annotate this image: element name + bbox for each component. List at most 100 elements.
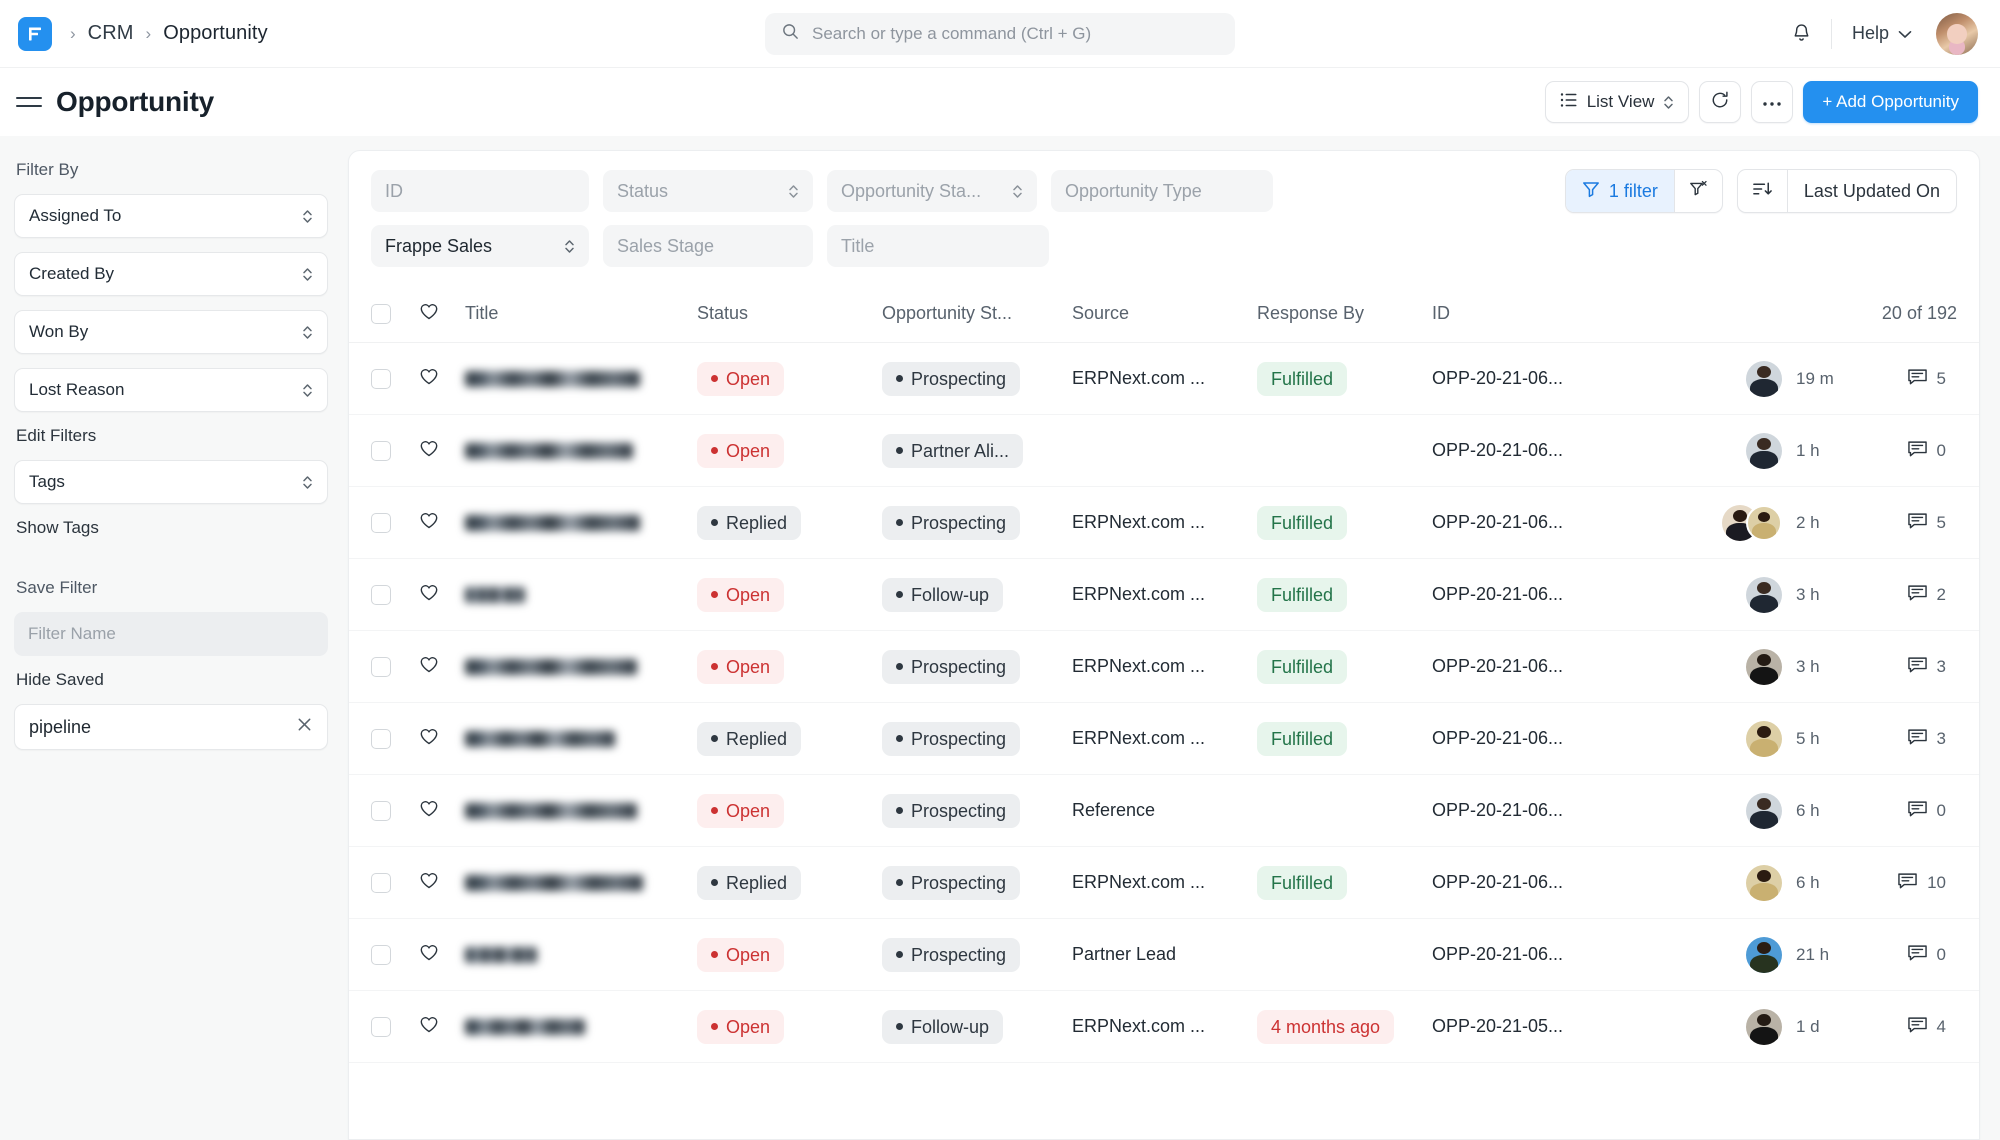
- sidebar-filter-created-by[interactable]: Created By: [14, 252, 328, 296]
- avatar[interactable]: [1746, 1008, 1782, 1045]
- show-tags-link[interactable]: Show Tags: [16, 518, 328, 538]
- filter-opportunity-type-input[interactable]: Opportunity Type: [1051, 170, 1273, 212]
- row-comments-cell[interactable]: 0: [1860, 439, 1946, 463]
- sidebar-filter-assigned-to[interactable]: Assigned To: [14, 194, 328, 238]
- sidebar-filter-won-by[interactable]: Won By: [14, 310, 328, 354]
- avatar[interactable]: [1746, 936, 1782, 973]
- heart-icon[interactable]: [419, 1015, 439, 1039]
- global-search[interactable]: Search or type a command (Ctrl + G): [765, 12, 1235, 55]
- row-checkbox[interactable]: [371, 440, 391, 461]
- saved-filter-pipeline[interactable]: pipeline: [14, 704, 328, 750]
- breadcrumb-item-crm[interactable]: CRM: [88, 22, 134, 45]
- row-checkbox[interactable]: [371, 584, 391, 605]
- row-comments-cell[interactable]: 0: [1860, 799, 1946, 823]
- row-checkbox[interactable]: [371, 800, 391, 821]
- heart-icon[interactable]: [419, 583, 439, 607]
- filter-sales-person-select[interactable]: Frappe Sales: [371, 225, 589, 267]
- hide-saved-link[interactable]: Hide Saved: [16, 670, 328, 690]
- table-row[interactable]: Open Partner Ali... OPP-20-21-06... 1 h 0: [349, 415, 1979, 487]
- table-row[interactable]: Replied Prospecting ERPNext.com ... Fulfill…: [349, 847, 1979, 919]
- column-header-response-by[interactable]: Response By: [1257, 303, 1432, 324]
- row-title-cell[interactable]: [447, 658, 697, 675]
- row-id-cell[interactable]: OPP-20-21-06...: [1432, 656, 1672, 677]
- row-comments-cell[interactable]: 10: [1860, 871, 1946, 895]
- table-row[interactable]: Replied Prospecting ERPNext.com ... Fulfill…: [349, 487, 1979, 559]
- select-all-checkbox[interactable]: [371, 303, 391, 324]
- avatar[interactable]: [1746, 720, 1782, 757]
- heart-icon[interactable]: [419, 655, 439, 679]
- row-checkbox[interactable]: [371, 656, 391, 677]
- table-row[interactable]: Open Follow-up ERPNext.com ... 4 months ago…: [349, 991, 1979, 1063]
- filter-title-input[interactable]: Title: [827, 225, 1049, 267]
- table-row[interactable]: Replied Prospecting ERPNext.com ... Fulfill…: [349, 703, 1979, 775]
- sidebar-filter-tags[interactable]: Tags: [14, 460, 328, 504]
- row-checkbox[interactable]: [371, 1016, 391, 1037]
- row-checkbox[interactable]: [371, 728, 391, 749]
- avatar[interactable]: [1746, 648, 1782, 685]
- table-row[interactable]: Open Prospecting ERPNext.com ... Fulfilled O…: [349, 631, 1979, 703]
- column-header-source[interactable]: Source: [1072, 303, 1257, 324]
- heart-icon[interactable]: [419, 871, 439, 895]
- row-id-cell[interactable]: OPP-20-21-06...: [1432, 800, 1672, 821]
- row-title-cell[interactable]: [447, 802, 697, 819]
- row-title-cell[interactable]: [447, 874, 697, 891]
- filter-name-input[interactable]: Filter Name: [14, 612, 328, 656]
- row-comments-cell[interactable]: 3: [1860, 727, 1946, 751]
- heart-icon[interactable]: [419, 799, 439, 823]
- table-row[interactable]: Open Prospecting Reference OPP-20-21-06... 6…: [349, 775, 1979, 847]
- close-icon[interactable]: [296, 716, 313, 738]
- row-title-cell[interactable]: [447, 1018, 697, 1035]
- user-avatar[interactable]: [1936, 12, 1978, 55]
- sidebar-toggle-icon[interactable]: [16, 89, 42, 115]
- table-row[interactable]: Open Follow-up ERPNext.com ... Fulfilled OPP…: [349, 559, 1979, 631]
- help-menu[interactable]: Help: [1832, 23, 1932, 44]
- edit-filters-link[interactable]: Edit Filters: [16, 426, 328, 446]
- row-checkbox[interactable]: [371, 368, 391, 389]
- row-title-cell[interactable]: [447, 730, 697, 747]
- filter-status-select[interactable]: Status: [603, 170, 813, 212]
- row-title-cell[interactable]: [447, 946, 697, 963]
- filter-opportunity-stage-select[interactable]: Opportunity Sta...: [827, 170, 1037, 212]
- refresh-button[interactable]: [1699, 81, 1742, 123]
- search-input[interactable]: Search or type a command (Ctrl + G): [812, 24, 1091, 44]
- row-checkbox[interactable]: [371, 872, 391, 893]
- heart-icon[interactable]: [419, 367, 439, 391]
- heart-icon[interactable]: [419, 727, 439, 751]
- row-id-cell[interactable]: OPP-20-21-05...: [1432, 1016, 1672, 1037]
- row-title-cell[interactable]: [447, 586, 697, 603]
- notifications-bell-icon[interactable]: [1772, 22, 1831, 45]
- sidebar-filter-lost-reason[interactable]: Lost Reason: [14, 368, 328, 412]
- heart-icon[interactable]: [419, 943, 439, 967]
- heart-icon[interactable]: [419, 511, 439, 535]
- add-opportunity-button[interactable]: + Add Opportunity: [1803, 81, 1978, 123]
- row-checkbox[interactable]: [371, 512, 391, 533]
- table-row[interactable]: Open Prospecting ERPNext.com ... Fulfilled O…: [349, 343, 1979, 415]
- filter-sales-stage-input[interactable]: Sales Stage: [603, 225, 813, 267]
- row-title-cell[interactable]: [447, 370, 697, 387]
- row-id-cell[interactable]: OPP-20-21-06...: [1432, 512, 1672, 533]
- row-id-cell[interactable]: OPP-20-21-06...: [1432, 728, 1672, 749]
- heart-icon[interactable]: [419, 439, 439, 463]
- row-id-cell[interactable]: OPP-20-21-06...: [1432, 440, 1672, 461]
- row-id-cell[interactable]: OPP-20-21-06...: [1432, 872, 1672, 893]
- frappe-logo-icon[interactable]: [18, 16, 52, 51]
- row-title-cell[interactable]: [447, 514, 697, 531]
- column-header-id[interactable]: ID: [1432, 303, 1672, 324]
- filter-id-input[interactable]: ID: [371, 170, 589, 212]
- avatar[interactable]: [1746, 504, 1782, 541]
- column-header-status[interactable]: Status: [697, 303, 882, 324]
- avatar[interactable]: [1746, 432, 1782, 469]
- row-comments-cell[interactable]: 0: [1860, 943, 1946, 967]
- table-row[interactable]: Open Prospecting Partner Lead OPP-20-21-06.…: [349, 919, 1979, 991]
- row-comments-cell[interactable]: 5: [1860, 367, 1946, 391]
- clear-filter-button[interactable]: [1675, 170, 1722, 212]
- avatar[interactable]: [1746, 360, 1782, 397]
- sort-direction-button[interactable]: [1738, 170, 1787, 212]
- row-title-cell[interactable]: [447, 442, 697, 459]
- row-comments-cell[interactable]: 3: [1860, 655, 1946, 679]
- list-view-button[interactable]: List View: [1544, 81, 1690, 123]
- row-comments-cell[interactable]: 5: [1860, 511, 1946, 535]
- row-id-cell[interactable]: OPP-20-21-06...: [1432, 584, 1672, 605]
- column-header-opportunity-stage[interactable]: Opportunity St...: [882, 303, 1072, 324]
- row-comments-cell[interactable]: 2: [1860, 583, 1946, 607]
